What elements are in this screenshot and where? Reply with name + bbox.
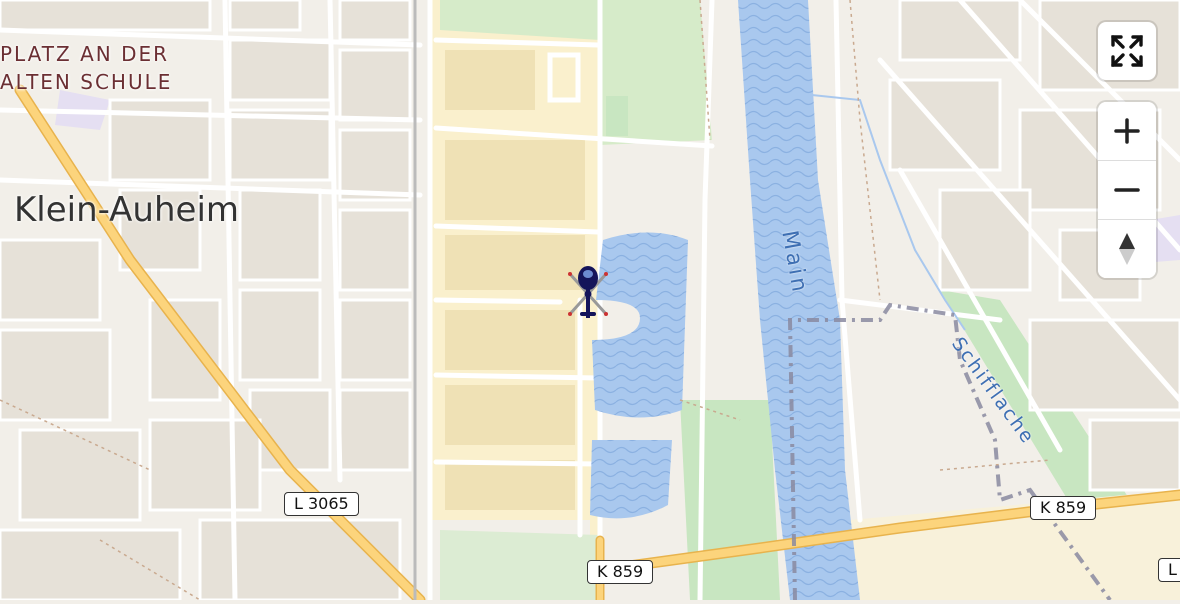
plus-icon xyxy=(1114,118,1140,144)
zoom-in-button[interactable] xyxy=(1098,102,1156,160)
city-label: Klein-Auheim xyxy=(14,190,240,230)
map-canvas[interactable]: PLATZ AN DER ALTEN SCHULE Klein-Auheim M… xyxy=(0,0,1180,604)
zoom-out-button[interactable] xyxy=(1098,160,1156,219)
map-controls xyxy=(1098,22,1156,278)
place-label-line-2: ALTEN SCHULE xyxy=(0,70,173,94)
fullscreen-button[interactable] xyxy=(1098,22,1156,80)
helicopter-icon[interactable] xyxy=(560,262,616,334)
road-shield-k859-right: K 859 xyxy=(1030,496,1097,520)
minus-icon xyxy=(1114,188,1140,192)
fullscreen-icon xyxy=(1111,35,1143,67)
zoom-controls xyxy=(1098,102,1156,278)
road-shield-l3065: L 3065 xyxy=(284,492,359,516)
place-label-line-1: PLATZ AN DER xyxy=(0,42,169,66)
compass-icon xyxy=(1119,233,1135,265)
road-shield-edge: L xyxy=(1158,558,1180,582)
reset-north-button[interactable] xyxy=(1098,219,1156,278)
road-shield-k859-bottom: K 859 xyxy=(587,560,654,584)
place-label: PLATZ AN DER ALTEN SCHULE xyxy=(0,40,172,96)
